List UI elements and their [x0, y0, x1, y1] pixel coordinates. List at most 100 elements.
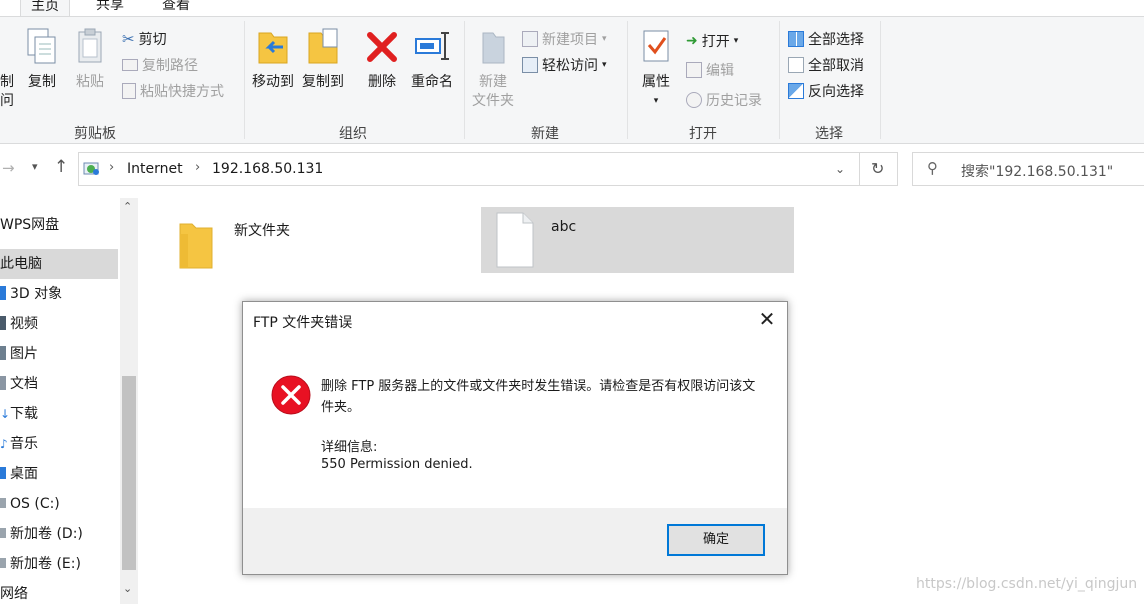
refresh-button[interactable]: ↻: [860, 152, 898, 186]
easy-access-label: 轻松访问: [542, 58, 598, 74]
search-box[interactable]: ⚲ 搜索"192.168.50.131": [912, 152, 1144, 186]
nav-item-this-pc[interactable]: 此电脑: [0, 249, 118, 279]
open-button[interactable]: ➜ 打开 ▾: [686, 30, 738, 52]
new-folder-icon: [482, 32, 505, 64]
nav-label: 视频: [10, 316, 38, 332]
new-item-icon: [522, 31, 538, 47]
paste-shortcut-icon: [122, 83, 136, 99]
watermark: https://blog.csdn.net/yi_qingjun: [916, 576, 1138, 592]
up-icon[interactable]: ↑: [54, 157, 68, 177]
history-button[interactable]: 历史记录: [686, 89, 762, 111]
copy-to-button[interactable]: 复制到: [300, 27, 346, 92]
select-none-button[interactable]: 全部取消: [788, 54, 864, 76]
ribbon: 制 问 复制 粘贴 ✂ 剪切 复制路径 粘贴快捷方式 剪贴板 移动到 复制到 删…: [0, 16, 1144, 144]
nav-item-videos[interactable]: 视频: [0, 309, 118, 339]
dialog-title: FTP 文件夹错误: [253, 315, 353, 331]
breadcrumb-separator-icon[interactable]: ›: [195, 160, 200, 175]
properties-label: 属性: [642, 74, 670, 90]
cut-button[interactable]: ✂ 剪切: [122, 28, 167, 50]
scroll-up-icon[interactable]: ⌃: [123, 200, 132, 213]
tab-home[interactable]: 主页: [20, 0, 70, 16]
downloads-icon: ↓: [0, 407, 11, 421]
nav-item-drive-d[interactable]: 新加卷 (D:): [0, 519, 118, 549]
chevron-down-icon: ▾: [733, 36, 739, 46]
address-bar[interactable]: › Internet › 192.168.50.131 ⌄: [78, 152, 860, 186]
rename-button[interactable]: 重命名: [408, 27, 456, 92]
tab-share[interactable]: 共享: [86, 0, 134, 16]
open-label: 打开: [701, 34, 730, 50]
rename-label: 重命名: [411, 74, 453, 90]
properties-icon: [643, 30, 669, 62]
invert-selection-button[interactable]: 反向选择: [788, 80, 864, 102]
folder-icon: [179, 223, 213, 269]
delete-icon: [367, 32, 397, 62]
properties-button[interactable]: 属性 ▾: [636, 27, 676, 111]
new-item-button[interactable]: 新建项目 ▾: [522, 28, 607, 50]
scrollbar-thumb[interactable]: [122, 376, 136, 570]
group-label-organize: 组织: [339, 126, 367, 142]
nav-item-drive-e[interactable]: 新加卷 (E:): [0, 549, 118, 579]
nav-item-documents[interactable]: 文档: [0, 369, 118, 399]
group-label-new: 新建: [531, 126, 559, 142]
cut-label: 剪切: [138, 32, 167, 48]
nav-item-music[interactable]: ♪ 音乐: [0, 429, 118, 459]
breadcrumb-host[interactable]: 192.168.50.131: [212, 161, 323, 177]
navigation-scrollbar[interactable]: ⌃ ⌄: [120, 198, 138, 604]
group-label-clipboard: 剪贴板: [74, 126, 116, 142]
new-folder-label-2: 文件夹: [472, 93, 514, 109]
easy-access-button[interactable]: 轻松访问 ▾: [522, 54, 607, 76]
select-all-icon: [788, 31, 804, 47]
nav-item-downloads[interactable]: ↓下载: [0, 399, 118, 429]
nav-item-wps-drive[interactable]: WPS网盘: [0, 210, 118, 240]
edit-label: 编辑: [706, 63, 734, 79]
pin-button-partial[interactable]: 制 问: [0, 73, 14, 111]
easy-access-icon: [522, 57, 538, 73]
address-dropdown-icon[interactable]: ⌄: [835, 162, 845, 176]
nav-item-drive-c[interactable]: OS (C:): [0, 489, 118, 519]
new-folder-button[interactable]: 新建 文件夹: [470, 27, 516, 111]
file-name: abc: [551, 219, 577, 235]
file-item-abc[interactable]: abc: [481, 207, 794, 273]
nav-item-desktop[interactable]: 桌面: [0, 459, 118, 489]
ribbon-tabs: 主页 共享 查看: [0, 0, 1144, 16]
nav-item-network[interactable]: 网络: [0, 586, 118, 602]
copy-icon: [27, 28, 56, 64]
forward-icon[interactable]: →: [2, 159, 15, 177]
move-to-button[interactable]: 移动到: [250, 27, 296, 92]
search-placeholder[interactable]: 搜索"192.168.50.131": [961, 161, 1113, 181]
ftp-error-dialog: FTP 文件夹错误 ✕ 删除 FTP 服务器上的文件或文件夹时发生错误。请检查是…: [242, 301, 788, 575]
nav-label: 文档: [10, 376, 38, 392]
move-to-label: 移动到: [252, 74, 294, 90]
tab-view[interactable]: 查看: [152, 0, 200, 16]
ok-button[interactable]: 确定: [667, 524, 765, 556]
select-all-label: 全部选择: [808, 32, 864, 48]
delete-button[interactable]: 删除: [362, 27, 402, 92]
copy-path-button[interactable]: 复制路径: [122, 54, 198, 76]
recent-locations-icon[interactable]: ▾: [32, 160, 38, 173]
internet-globe-icon: [83, 161, 101, 177]
nav-item-3d-objects[interactable]: 3D 对象: [0, 279, 118, 309]
edit-button[interactable]: 编辑: [686, 59, 734, 81]
navigation-pane: WPS网盘 此电脑 3D 对象 视频 图片 文档 ↓下载 ♪ 音乐 桌面 OS (…: [0, 198, 140, 604]
music-icon: ♪: [0, 437, 8, 451]
select-all-button[interactable]: 全部选择: [788, 28, 864, 50]
paste-shortcut-button[interactable]: 粘贴快捷方式: [122, 80, 224, 102]
navigation-bar: → ▾ ↑ › Internet › 192.168.50.131 ⌄ ↻ ⚲ …: [0, 146, 1144, 192]
paste-button[interactable]: 粘贴: [70, 27, 110, 92]
pictures-icon: [0, 346, 6, 360]
drive-icon: [0, 498, 6, 508]
file-item-folder[interactable]: 新文件夹: [170, 208, 470, 274]
path-icon: [122, 59, 138, 71]
breadcrumb-internet[interactable]: Internet: [127, 161, 183, 177]
search-icon: ⚲: [927, 159, 938, 177]
rename-icon: [415, 32, 449, 60]
breadcrumb-separator-icon[interactable]: ›: [109, 160, 114, 175]
chevron-down-icon: ▾: [602, 34, 607, 44]
delete-label: 删除: [368, 74, 396, 90]
close-button[interactable]: ✕: [753, 308, 781, 332]
copy-button[interactable]: 复制: [22, 27, 62, 92]
scroll-down-icon[interactable]: ⌄: [123, 582, 132, 595]
drive-icon: [0, 558, 6, 568]
group-divider: [464, 21, 465, 139]
nav-item-pictures[interactable]: 图片: [0, 339, 118, 369]
